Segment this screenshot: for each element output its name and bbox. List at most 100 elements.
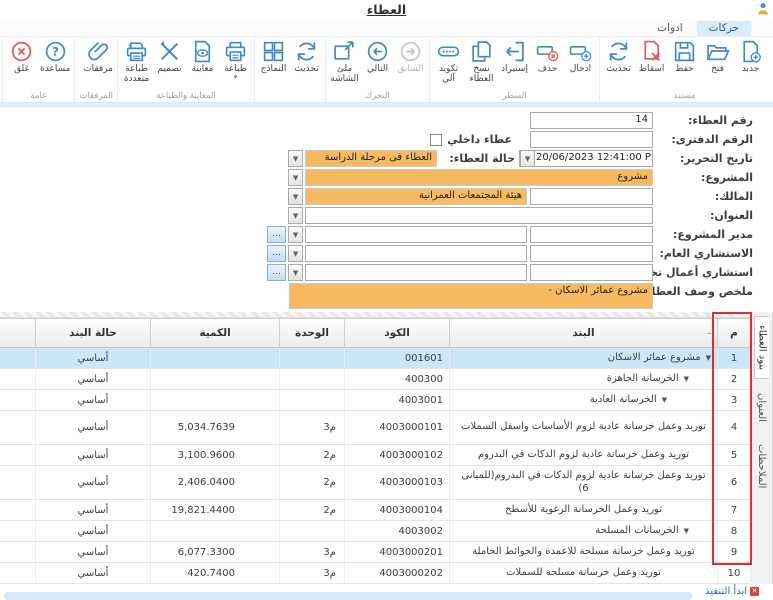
print-button[interactable]: طباعة ▾ [219,38,252,82]
general-consultant-browse-button[interactable]: … [267,245,286,262]
table-row[interactable]: 8 ▼الخرسانات المسلحة 4003002 أساسي [0,521,750,542]
tender-no-field[interactable]: 14 [530,112,653,129]
refresh-button[interactable]: تحديث [602,38,635,75]
horizontal-scrollbar[interactable] [4,592,692,600]
discard-document-icon [639,39,664,64]
expand-arrow-icon[interactable]: ▼ [684,375,689,384]
templates-button[interactable]: النماذج [257,38,290,75]
internal-tender-checkbox[interactable] [430,134,442,146]
project-manager-browse-button[interactable]: … [267,226,286,243]
owner-field[interactable]: هيئة المجتمعات العمرانية [305,188,527,205]
tender-window: العطاء حركات ادوات جديد فتح حفظ [0,0,773,600]
table-row[interactable]: 10 توريد وعمل خرسانة مسلحة للسملات 40030… [0,563,750,584]
column-header-qty[interactable]: الكمية [150,319,279,347]
item-cell: توريد وعمل الخرسانة الرغوية للأسطح [449,500,717,520]
open-folder-icon [705,39,730,64]
multi-print-icon [124,39,149,64]
project-manager-dropdown[interactable]: ▼ [288,226,303,243]
project-field[interactable]: مشروع [305,169,653,186]
ribbon-group-document: جديد فتح حفظ اسقاط تحديث [599,38,769,102]
column-header-unit[interactable]: الوحدة [279,319,344,347]
start-execution-link[interactable]: ✕ ابدأ التنفيذ [705,586,759,597]
multi-print-button[interactable]: طباعة متعددة [120,38,153,86]
expand-arrow-icon[interactable]: ▼ [662,396,667,405]
specialist-consultant-browse-button[interactable]: … [267,264,286,281]
ribbon-group-navigation: السابق التالي ملئ الشاشة التحرك [325,38,429,102]
import-button[interactable]: إستيراد [498,38,531,75]
row-num-cell: 8 [717,521,750,541]
table-row[interactable]: 9 توريد وعمل خرسانة مسلحة للاعمدة والحوا… [0,542,750,563]
item-cell: ▼مشروع عمائر الاسكان [449,348,717,368]
open-button[interactable]: فتح [701,38,734,75]
qty-cell: 420.7400 [150,563,279,583]
close-button[interactable]: غلق [5,38,38,75]
specialist-consultant-code-field[interactable] [530,264,653,281]
save-button[interactable]: حفظ [668,38,701,75]
next-button[interactable]: التالي [361,38,394,75]
templates-grid-icon [261,39,286,64]
chevron-down-icon: ▾ [234,74,238,81]
tender-summary-field[interactable]: مشروع عمائر الاسكان - [289,283,653,309]
side-tab-address[interactable]: العنوان [754,385,768,430]
auto-code-icon [436,39,461,64]
owner-dropdown[interactable]: ▼ [288,188,303,205]
help-icon: ? [43,39,68,64]
fullscreen-button[interactable]: ملئ الشاشة [328,38,361,86]
copy-tender-button[interactable]: نسخ العطاء [465,38,498,86]
tender-status-field[interactable]: العطاء فى مرحلة الدراسة [305,150,437,167]
tab-movements[interactable]: حركات [697,21,751,36]
address-field[interactable] [305,207,653,224]
table-row[interactable]: 5 توريد وعمل خرسانة عادية لزوم الدكات في… [0,445,750,466]
book-no-field[interactable] [530,131,653,148]
project-manager-code-field[interactable] [530,226,653,243]
item-cell: ▼الخرسانات المسلحة [449,521,717,541]
qty-cell: 2,406.0400 [150,466,279,499]
user-icon[interactable] [756,1,770,16]
project-dropdown[interactable]: ▼ [288,169,303,186]
general-consultant-dropdown[interactable]: ▼ [288,245,303,262]
edit-date-field[interactable]: 20/06/2023 12:41:00 PM [519,150,653,167]
column-header-code[interactable]: الكود [344,319,449,347]
project-manager-field[interactable] [305,226,527,243]
table-row[interactable]: 2 ▼الخرسانة الجاهزة 400300 أساسي [0,369,750,390]
new-button[interactable]: جديد [734,38,767,75]
column-header-item[interactable]: البند ـ [449,319,717,347]
delete-button[interactable]: حذف [531,38,564,75]
general-consultant-code-field[interactable] [530,245,653,262]
tender-status-dropdown[interactable]: ▼ [288,150,303,167]
attachments-button[interactable]: مرفقات [81,38,115,75]
design-button[interactable]: تصميم [153,38,186,75]
expand-arrow-icon[interactable]: ▼ [706,354,711,363]
refresh-forms-button[interactable]: تحديث [290,38,323,75]
general-consultant-field[interactable] [305,245,527,262]
paperclip-icon [86,39,111,64]
expand-arrow-icon[interactable]: ▼ [684,527,689,536]
tab-tools[interactable]: ادوات [645,21,694,36]
side-tab-notes[interactable]: الملاحظات [754,436,768,496]
qty-cell [150,390,279,410]
specialist-consultant-field[interactable] [305,264,527,281]
owner-code-field[interactable] [530,188,653,205]
table-row[interactable]: 3 ▼الخرسانة العادية 4003001 أساسي [0,390,750,411]
row-num-cell: 4 [717,411,750,444]
preview-button[interactable]: معاينة [186,38,219,75]
empty-cell [1,390,35,410]
table-row[interactable]: 7 توريد وعمل الخرسانة الرغوية للأسطح 400… [0,500,750,521]
table-row[interactable]: 1 ▼مشروع عمائر الاسكان 001601 أساسي [0,348,750,369]
column-header-num[interactable]: م [717,319,750,347]
discard-button[interactable]: اسقاط [635,38,668,75]
auto-code-button[interactable]: تكويد آلي [432,38,465,86]
specialist-consultant-dropdown[interactable]: ▼ [288,264,303,281]
item-cell: توريد وعمل خرسانة مسلحة للسملات [449,563,717,583]
side-tab-tender-items[interactable]: بنود العطاء [754,316,769,379]
column-header-status[interactable]: حالة البند [35,319,150,347]
insert-button[interactable]: ادخال [564,38,597,75]
edit-date-dropdown[interactable]: ▼ [520,150,535,167]
help-button[interactable]: ? مساعدة [38,38,72,75]
table-row[interactable]: 6 توريد وعمل خرسانة عادية لزوم الدكات في… [0,466,750,500]
address-dropdown[interactable]: ▼ [288,207,303,224]
side-tab-strip: بنود العطاء العنوان الملاحظات [750,312,773,584]
close-hint-icon[interactable]: ✕ [750,587,759,596]
table-row[interactable]: 4 توريد وعمل خرسانة عادية لزوم الأساسات … [0,411,750,445]
row-num-cell: 7 [717,500,750,520]
